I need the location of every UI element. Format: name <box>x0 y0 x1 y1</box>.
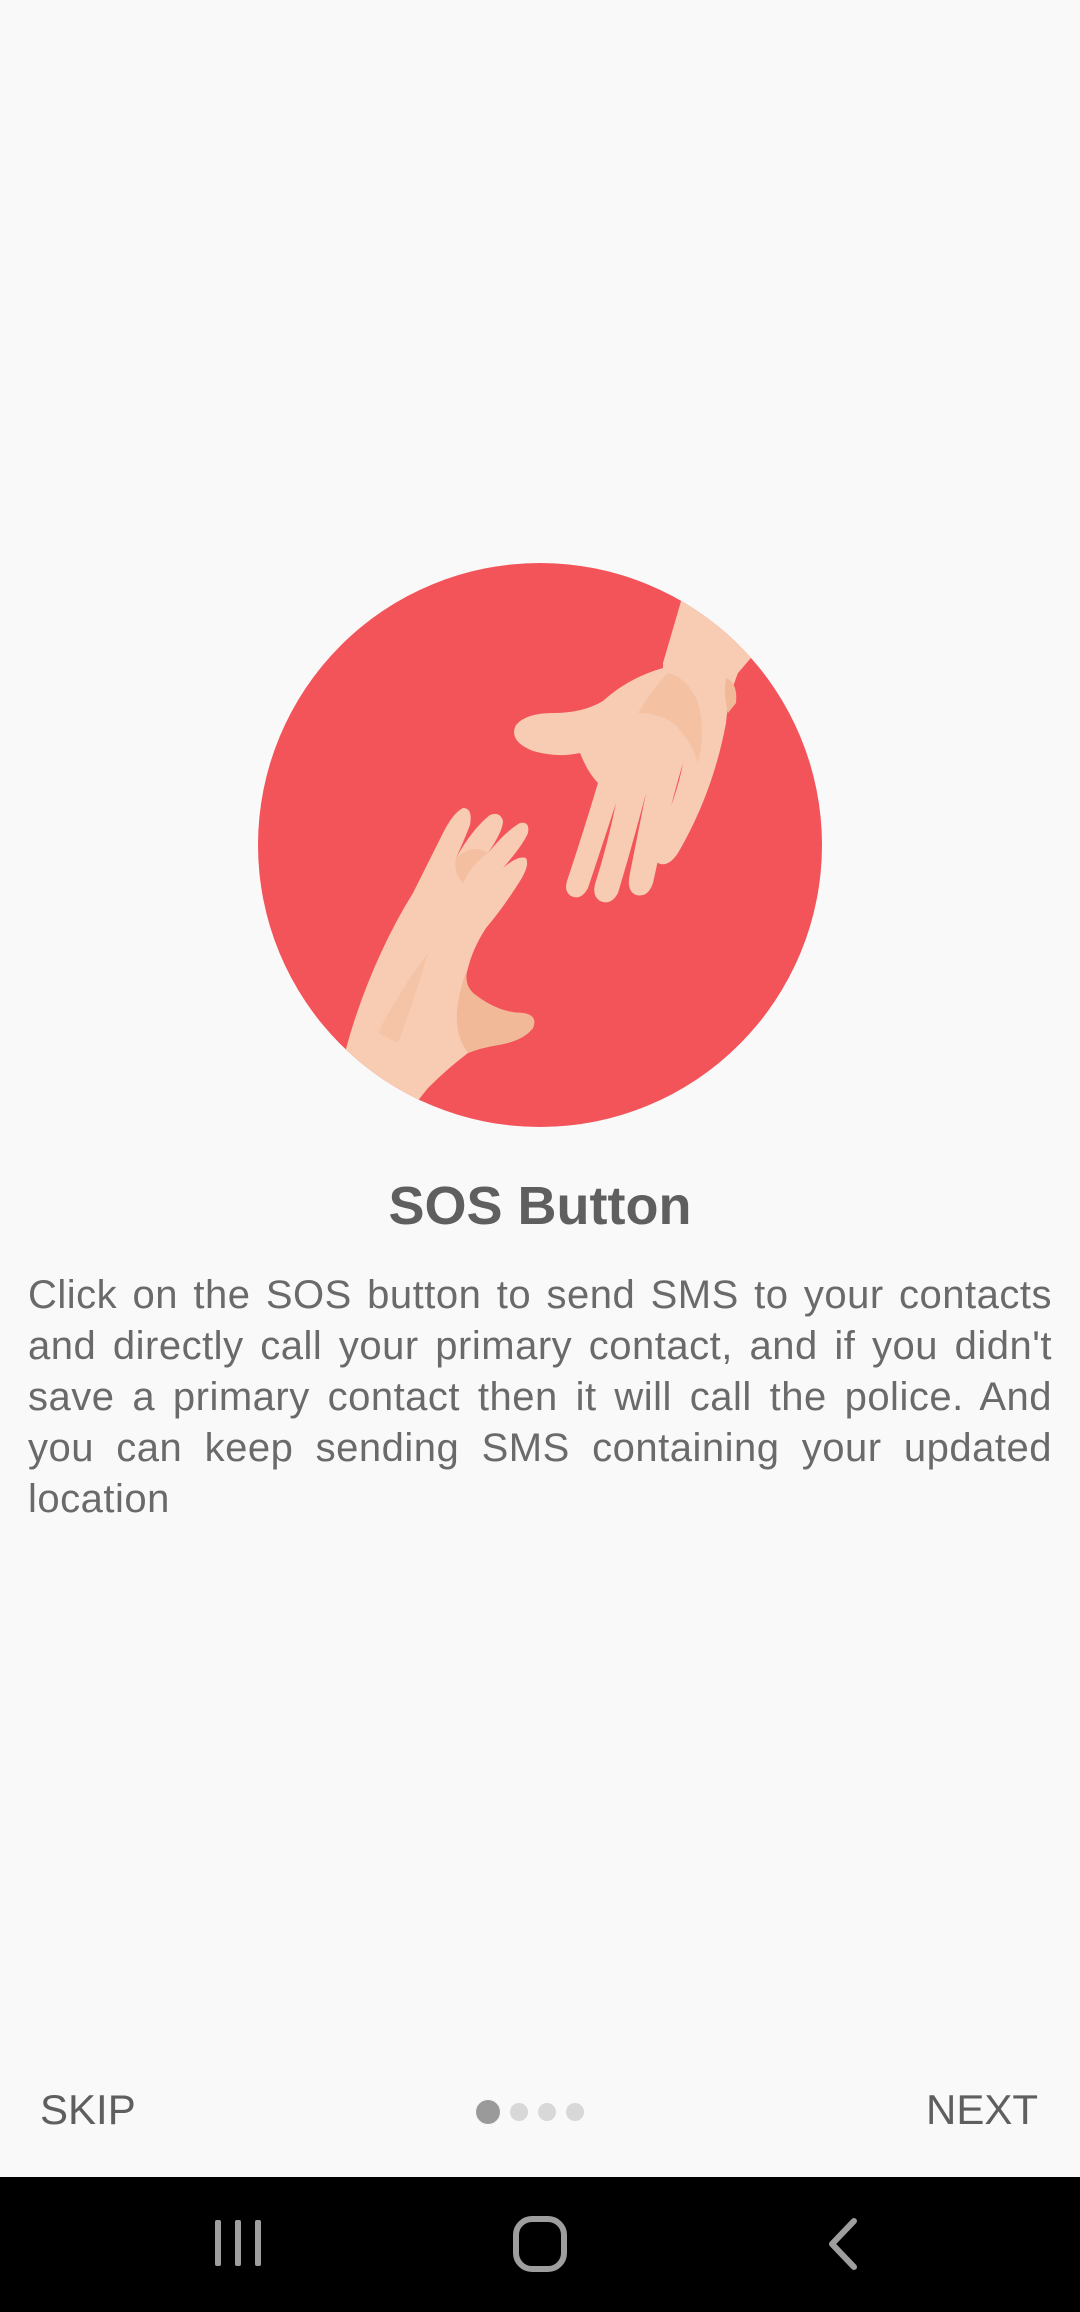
page-description: Click on the SOS button to send SMS to y… <box>28 1273 1052 1521</box>
page-indicator <box>476 2100 594 2124</box>
helping-hands-illustration <box>258 563 822 1127</box>
page-dot <box>566 2103 584 2121</box>
home-button[interactable] <box>460 2177 620 2312</box>
page-dot-active <box>476 2100 500 2124</box>
system-navigation-bar <box>0 2177 1080 2312</box>
next-button[interactable]: NEXT <box>926 2080 1038 2140</box>
page-title: SOS Button <box>388 1176 692 1236</box>
back-icon <box>829 2218 857 2270</box>
recents-button[interactable] <box>158 2177 318 2312</box>
page-dot <box>538 2103 556 2121</box>
onboarding-footer: SKIP NEXT <box>0 2070 1080 2154</box>
recents-icon <box>215 2220 261 2266</box>
home-icon <box>513 2216 567 2272</box>
back-button[interactable] <box>762 2177 922 2312</box>
helping-hands-icon <box>258 563 822 1127</box>
page-dot <box>510 2103 528 2121</box>
skip-button[interactable]: SKIP <box>40 2080 136 2140</box>
onboarding-screen: SOS Button Click on the SOS button to se… <box>0 0 1080 2177</box>
